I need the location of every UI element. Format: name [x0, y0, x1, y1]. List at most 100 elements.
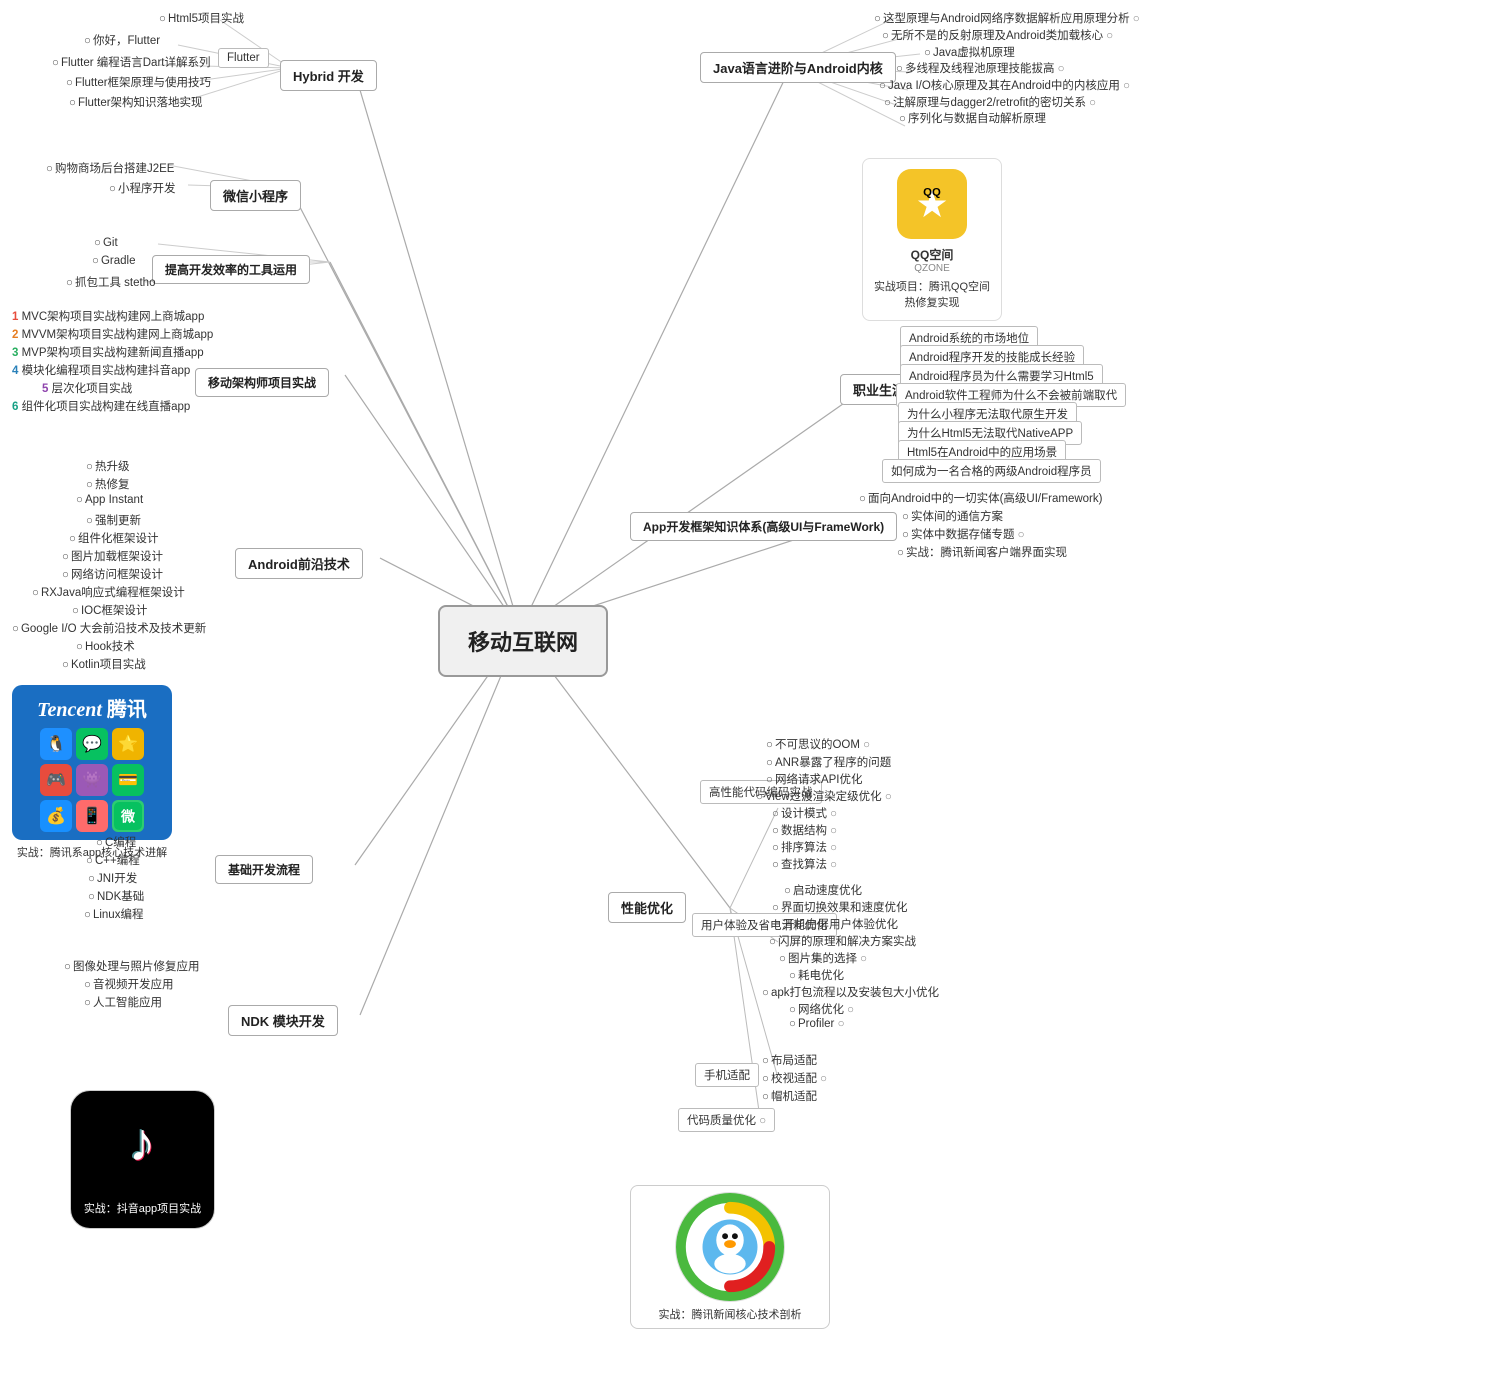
mindmap-container: 移动互联网 Java语言进阶与Android内核 ○这型原理与Android网络… [0, 0, 1500, 1394]
icon-game2: 👾 [76, 764, 108, 796]
branch-perf-opt[interactable]: 性能优化 [608, 892, 686, 923]
hiperf-8: ○查找算法 ○ [768, 854, 841, 874]
base-4: ○NDK基础 [84, 886, 148, 906]
qq-star-logo: ★ QQ [897, 169, 967, 239]
leaf-java-7: ○序列化与数据自动解析原理 [895, 108, 1050, 128]
qq-music-logo-svg [676, 1192, 784, 1302]
hybrid-leaf-4: ○Flutter框架原理与使用技巧 [62, 72, 215, 92]
branch-android-frontier-label: Android前沿技术 [248, 557, 350, 572]
adapt-1: ○布局适配 [758, 1050, 821, 1070]
branch-arch-project-label: 移动架构师项目实战 [208, 376, 316, 390]
arch-6: 6 组件化项目实战构建在线直播app [8, 396, 194, 416]
appfw-leaf-3: ○实体中数据存储专题 ○ [898, 524, 1029, 544]
svg-text:微: 微 [120, 808, 136, 824]
arch-1: 1 MVC架构项目实战构建网上商城app [8, 306, 208, 326]
svg-text:QQ: QQ [923, 186, 941, 198]
frontier-1: ○热升级 [82, 456, 133, 476]
branch-app-framework-label: App开发框架知识体系(高级UI与FrameWork) [643, 520, 884, 534]
icon-weixinpay: 微 [112, 800, 144, 832]
frontier-3: ○App Instant [72, 492, 147, 508]
branch-hybrid-label: Hybrid 开发 [293, 69, 364, 84]
adapt-3: ○帽机适配 [758, 1086, 821, 1106]
branch-ndk[interactable]: NDK 模块开发 [228, 1005, 338, 1036]
branch-java-android-label: Java语言进阶与Android内核 [713, 61, 883, 76]
wx-leaf-1: ○购物商场后台搭建J2EE [42, 158, 178, 178]
hybrid-leaf-5: ○Flutter架构知识落地实现 [65, 92, 207, 112]
branch-android-frontier[interactable]: Android前沿技术 [235, 548, 363, 579]
branch-weixin[interactable]: 微信小程序 [210, 180, 301, 211]
appfw-leaf-4: ○实战：腾讯新闻客户端界面实现 [893, 542, 1071, 562]
frontier-8: ○RXJava响应式编程框架设计 [28, 582, 189, 602]
frontier-5: ○组件化框架设计 [65, 528, 162, 548]
sub-code-quality[interactable]: 代码质量优化 ○ [678, 1108, 775, 1132]
frontier-12: ○Kotlin项目实战 [58, 654, 150, 674]
arch-2: 2 MVVM架构项目实战构建网上商城app [8, 324, 217, 344]
branch-tools[interactable]: 提高开发效率的工具运用 [152, 255, 310, 284]
sub-flutter[interactable]: Flutter [218, 48, 269, 68]
tencent-text: Tencent [37, 699, 102, 721]
icon-qqzone: ⭐ [112, 728, 144, 760]
base-1: ○C编程 [92, 832, 140, 852]
icon-game1: 🎮 [40, 764, 72, 796]
sub-phone-adapt[interactable]: 手机适配 [695, 1063, 759, 1087]
appfw-leaf-2: ○实体间的通信方案 [898, 506, 1007, 526]
svg-text:♪: ♪ [128, 1113, 155, 1173]
career-leaf-8: 如何成为一名合格的两级Android程序员 [882, 459, 1101, 483]
qq-music-caption: 实战：腾讯新闻核心技术剖析 [637, 1306, 823, 1322]
frontier-7: ○网络访问框架设计 [58, 564, 167, 584]
arch-3: 3 MVP架构项目实战构建新闻直播app [8, 342, 208, 362]
icon-qq: 🐧 [40, 728, 72, 760]
center-label: 移动互联网 [468, 630, 578, 655]
qq-space-caption: 实战项目：腾讯QQ空间热修复实现 [873, 278, 991, 310]
tool-1: ○Git [90, 235, 122, 251]
arch-4: 4 模块化编程项目实战构建抖音app [8, 360, 194, 380]
icon-wxpay2: 💰 [40, 800, 72, 832]
hybrid-leaf-3: ○Flutter 编程语言Dart详解系列 [48, 52, 214, 72]
tiktok-logo-wrapper: ♪ ♪ ♪ [83, 1103, 202, 1196]
ndk-2: ○音视频开发应用 [80, 974, 177, 994]
tencent-icons-grid: 🐧 💬 ⭐ 🎮 👾 💳 💰 📱 微 [24, 728, 160, 832]
arch-5: 5 层次化项目实战 [38, 378, 136, 398]
icon-app: 📱 [76, 800, 108, 832]
icon-wechat: 💬 [76, 728, 108, 760]
hybrid-leaf-2: ○你好，Flutter [80, 30, 164, 50]
image-qq-space: ★ QQ QQ空间 QZONE 实战项目：腾讯QQ空间热修复实现 [862, 158, 1002, 321]
appfw-leaf-1: ○面向Android中的一切实体(高级UI/Framework) [855, 488, 1106, 508]
branch-foundation-label: 基础开发流程 [228, 863, 300, 877]
image-qq-music: 实战：腾讯新闻核心技术剖析 [630, 1185, 830, 1329]
branch-tools-label: 提高开发效率的工具运用 [165, 263, 297, 277]
ux-9: ○Profiler ○ [785, 1016, 849, 1032]
base-5: ○Linux编程 [80, 904, 147, 924]
branch-ndk-label: NDK 模块开发 [241, 1014, 325, 1029]
frontier-2: ○热修复 [82, 474, 133, 494]
tool-2: ○Gradle [88, 253, 139, 269]
wx-leaf-2: ○小程序开发 [105, 178, 179, 198]
branch-perf-opt-label: 性能优化 [621, 901, 673, 916]
branch-foundation[interactable]: 基础开发流程 [215, 855, 313, 884]
tiktok-caption: 实战：抖音app项目实战 [83, 1200, 202, 1216]
tiktok-logo-svg: ♪ ♪ ♪ [98, 1103, 188, 1193]
center-node: 移动互联网 [438, 605, 608, 677]
weixin-pay-svg: 微 [114, 802, 142, 830]
hybrid-leaf-1: ○Html5项目实战 [155, 8, 248, 28]
base-2: ○C++编程 [82, 850, 144, 870]
frontier-10: ○Google I/O 大会前沿技术及技术更新 [8, 618, 210, 638]
tencent-logo-box: Tencent 腾讯 🐧 💬 ⭐ 🎮 👾 💳 💰 📱 微 [12, 685, 172, 840]
image-tiktok: ♪ ♪ ♪ 实战：抖音app项目实战 [70, 1090, 215, 1229]
branch-weixin-label: 微信小程序 [223, 189, 288, 204]
branch-arch-project[interactable]: 移动架构师项目实战 [195, 368, 329, 397]
tool-3: ○抓包工具 stetho [62, 272, 159, 292]
hiperf-1: ○不可思议的OOM ○ [762, 734, 874, 754]
branch-app-framework[interactable]: App开发框架知识体系(高级UI与FrameWork) [630, 512, 897, 541]
base-3: ○JNI开发 [84, 868, 141, 888]
ndk-1: ○图像处理与照片修复应用 [60, 956, 203, 976]
icon-wxpay: 💳 [112, 764, 144, 796]
frontier-9: ○IOC框架设计 [68, 600, 151, 620]
frontier-6: ○图片加载框架设计 [58, 546, 167, 566]
branch-java-android[interactable]: Java语言进阶与Android内核 [700, 52, 896, 83]
tencent-text-cn: 腾讯 [107, 699, 147, 721]
ndk-3: ○人工智能应用 [80, 992, 166, 1012]
branch-hybrid[interactable]: Hybrid 开发 [280, 60, 377, 91]
frontier-11: ○Hook技术 [72, 636, 139, 656]
adapt-2: ○校视适配 ○ [758, 1068, 831, 1088]
